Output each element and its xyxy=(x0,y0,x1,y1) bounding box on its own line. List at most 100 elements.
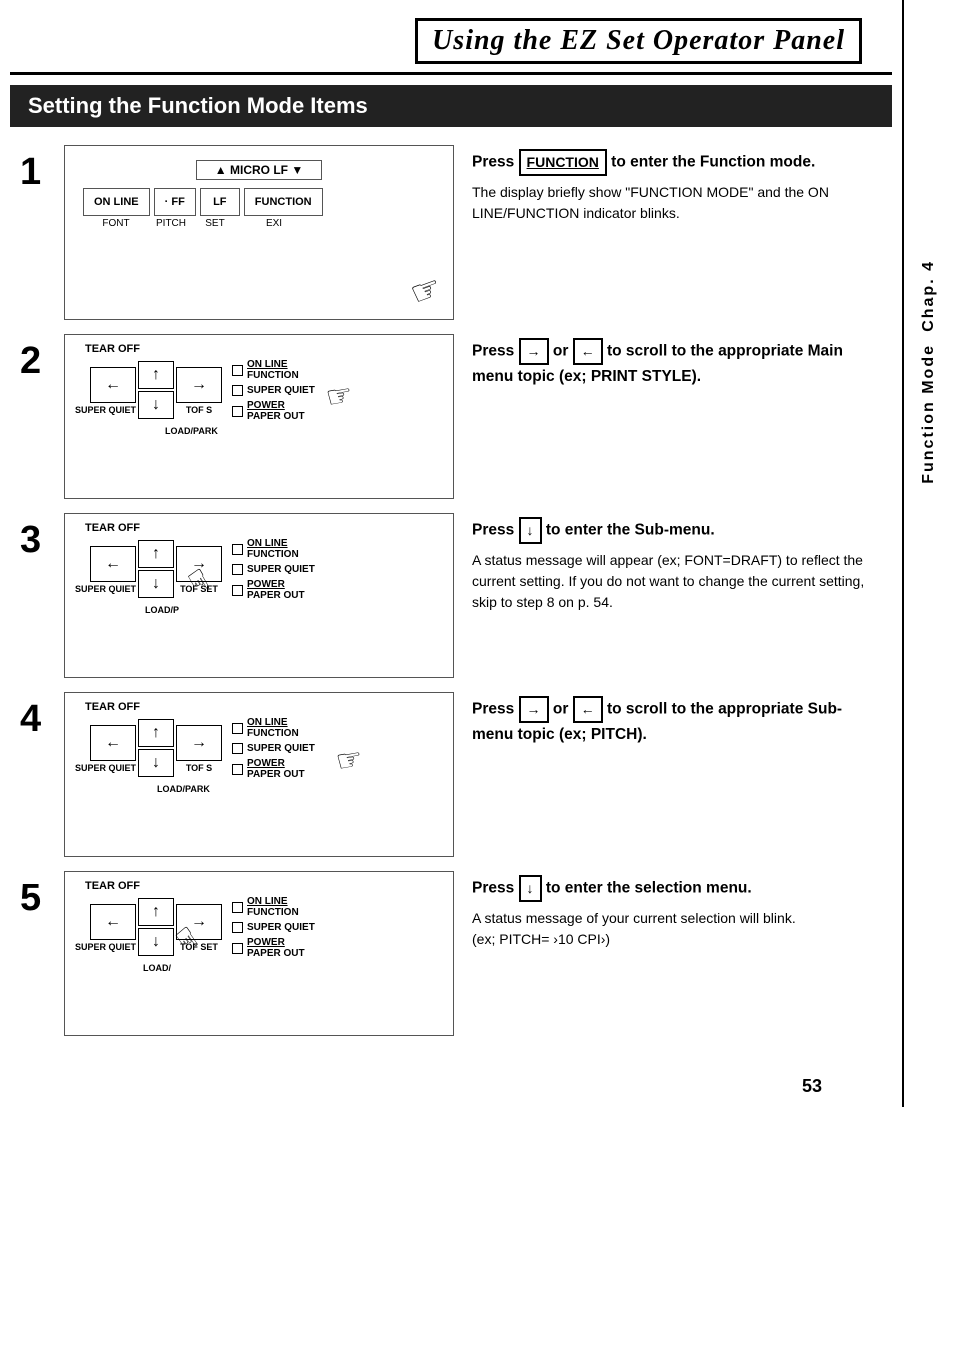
step-1-text: Press FUNCTION to enter the Function mod… xyxy=(472,145,882,224)
online-function-row-2: ON LINEFUNCTION xyxy=(232,359,315,381)
ff-btn: · FF xyxy=(154,188,196,216)
online-function-cb-5 xyxy=(232,902,243,913)
super-quiet-label-2: SUPER QUIET xyxy=(75,405,136,415)
step-1-diagram: ▲ MICRO LF ▼ ON LINE · FF LF FUNCTION FO… xyxy=(64,145,454,320)
left-key-2: ← xyxy=(573,338,603,365)
sidebar-func: Function Mode xyxy=(920,344,938,484)
tof-label-2: TOF S xyxy=(186,405,212,415)
tof-label-4: TOF S xyxy=(186,763,212,773)
function-btn: FUNCTION xyxy=(244,188,323,216)
step-4-text: Press → or ← to scroll to the appropriat… xyxy=(472,692,882,752)
step-5-desc: A status message of your current selecti… xyxy=(472,908,882,950)
tearoff-label-4: TEAR OFF xyxy=(85,701,443,713)
load-park-label-2: LOAD/PARK xyxy=(165,426,443,436)
left-arrow-btn-3: ← xyxy=(90,546,136,582)
micro-lf-label: ▲ MICRO LF ▼ xyxy=(215,163,303,177)
page-header: Using the EZ Set Operator Panel xyxy=(10,0,892,75)
step-1-number: 1 xyxy=(20,151,60,194)
online-function-cb-4 xyxy=(232,723,243,734)
right-key-4: → xyxy=(519,696,549,723)
online-btn: ON LINE xyxy=(83,188,150,216)
step-5-row: 5 TEAR OFF ← SUPER QUIET ↑ ↓ xyxy=(10,871,892,1036)
finger-icon-2: ☞ xyxy=(323,377,356,416)
step-5-press-line: Press ↓ to enter the selection menu. xyxy=(472,875,882,902)
power-paper-cb-5 xyxy=(232,943,243,954)
step-1-row: 1 ▲ MICRO LF ▼ ON LINE · FF LF FUNCTION xyxy=(10,145,892,320)
super-quiet-row-3: SUPER QUIET xyxy=(232,564,315,575)
super-quiet-cb-2 xyxy=(232,385,243,396)
section-header: Setting the Function Mode Items xyxy=(10,85,892,127)
left-arrow-btn-5: ← xyxy=(90,904,136,940)
super-quiet-cb-4 xyxy=(232,743,243,754)
super-quiet-row-2: SUPER QUIET xyxy=(232,385,315,396)
online-function-row-5: ON LINEFUNCTION xyxy=(232,896,315,918)
super-quiet-row-4: SUPER QUIET xyxy=(232,743,315,754)
up-btn-5: ↑ xyxy=(138,898,174,926)
power-paper-cb-2 xyxy=(232,406,243,417)
down-btn-2: ↓ xyxy=(138,391,174,419)
step-3-press-line: Press ↓ to enter the Sub-menu. xyxy=(472,517,882,544)
right-arrow-btn-4: → xyxy=(176,725,222,761)
up-btn-2: ↑ xyxy=(138,361,174,389)
power-paper-row-5: POWERPAPER OUT xyxy=(232,937,315,959)
step-2-row: 2 TEAR OFF ← SUPER QUIET ↑ ↓ xyxy=(10,334,892,499)
step-5-diagram: TEAR OFF ← SUPER QUIET ↑ ↓ xyxy=(64,871,454,1036)
step-2-text: Press → or ← to scroll to the appropriat… xyxy=(472,334,882,394)
down-key-5: ↓ xyxy=(519,875,542,902)
step-1-press-line: Press FUNCTION to enter the Function mod… xyxy=(472,149,882,176)
power-paper-cb-3 xyxy=(232,585,243,596)
tearoff-label-3: TEAR OFF xyxy=(85,522,443,534)
load-park-label-4: LOAD/PARK xyxy=(157,784,443,794)
step-4-press-line: Press → or ← to scroll to the appropriat… xyxy=(472,696,882,746)
finger-icon-4: ☞ xyxy=(333,741,366,780)
finger-icon-1: ☞ xyxy=(405,267,447,315)
page-title: Using the EZ Set Operator Panel xyxy=(415,18,862,64)
left-key-4: ← xyxy=(573,696,603,723)
load-park-label-3: LOAD/P xyxy=(145,605,443,615)
step-3-desc: A status message will appear (ex; FONT=D… xyxy=(472,550,882,613)
power-paper-row-3: POWERPAPER OUT xyxy=(232,579,315,601)
power-paper-row-4: POWERPAPER OUT xyxy=(232,758,315,780)
power-paper-cb-4 xyxy=(232,764,243,775)
power-paper-row-2: POWERPAPER OUT xyxy=(232,400,315,422)
down-btn-4: ↓ xyxy=(138,749,174,777)
super-quiet-label-5: SUPER QUIET xyxy=(75,942,136,952)
micro-lf-bar: ▲ MICRO LF ▼ xyxy=(196,160,322,180)
right-sidebar: Chap. 4 Function Mode xyxy=(902,0,954,1107)
step-2-number: 2 xyxy=(20,340,60,383)
page-number: 53 xyxy=(10,1056,892,1107)
sidebar-chap: Chap. 4 xyxy=(920,260,938,332)
super-quiet-cb-5 xyxy=(232,922,243,933)
online-function-row-4: ON LINEFUNCTION xyxy=(232,717,315,739)
online-function-cb-2 xyxy=(232,365,243,376)
super-quiet-label-4: SUPER QUIET xyxy=(75,763,136,773)
step-5-text: Press ↓ to enter the selection menu. A s… xyxy=(472,871,882,950)
step-3-number: 3 xyxy=(20,519,60,562)
step-1-desc: The display briefly show "FUNCTION MODE"… xyxy=(472,182,882,224)
font-label: FONT xyxy=(85,218,147,229)
step-3-text: Press ↓ to enter the Sub-menu. A status … xyxy=(472,513,882,613)
section-title: Setting the Function Mode Items xyxy=(28,93,368,118)
super-quiet-row-5: SUPER QUIET xyxy=(232,922,315,933)
tearoff-label-5: TEAR OFF xyxy=(85,880,443,892)
step-3-row: 3 TEAR OFF ← SUPER QUIET ↑ ↓ xyxy=(10,513,892,678)
tearoff-label-2: TEAR OFF xyxy=(85,343,443,355)
load-park-label-5: LOAD/ xyxy=(143,963,443,973)
function-key: FUNCTION xyxy=(519,149,607,176)
step-4-row: 4 TEAR OFF ← SUPER QUIET ↑ ↓ xyxy=(10,692,892,857)
exi-label: EXI xyxy=(239,218,309,229)
step-2-press-line: Press → or ← to scroll to the appropriat… xyxy=(472,338,882,388)
super-quiet-cb-3 xyxy=(232,564,243,575)
step-5-number: 5 xyxy=(20,877,60,920)
lf-btn: LF xyxy=(200,188,240,216)
set-label: SET xyxy=(195,218,235,229)
right-key-2: → xyxy=(519,338,549,365)
step-2-diagram: TEAR OFF ← SUPER QUIET ↑ ↓ xyxy=(64,334,454,499)
left-arrow-btn-2: ← xyxy=(90,367,136,403)
step-4-number: 4 xyxy=(20,698,60,741)
pitch-label: PITCH xyxy=(151,218,191,229)
online-function-cb-3 xyxy=(232,544,243,555)
up-btn-4: ↑ xyxy=(138,719,174,747)
left-arrow-btn-4: ← xyxy=(90,725,136,761)
step-3-diagram: TEAR OFF ← SUPER QUIET ↑ ↓ xyxy=(64,513,454,678)
